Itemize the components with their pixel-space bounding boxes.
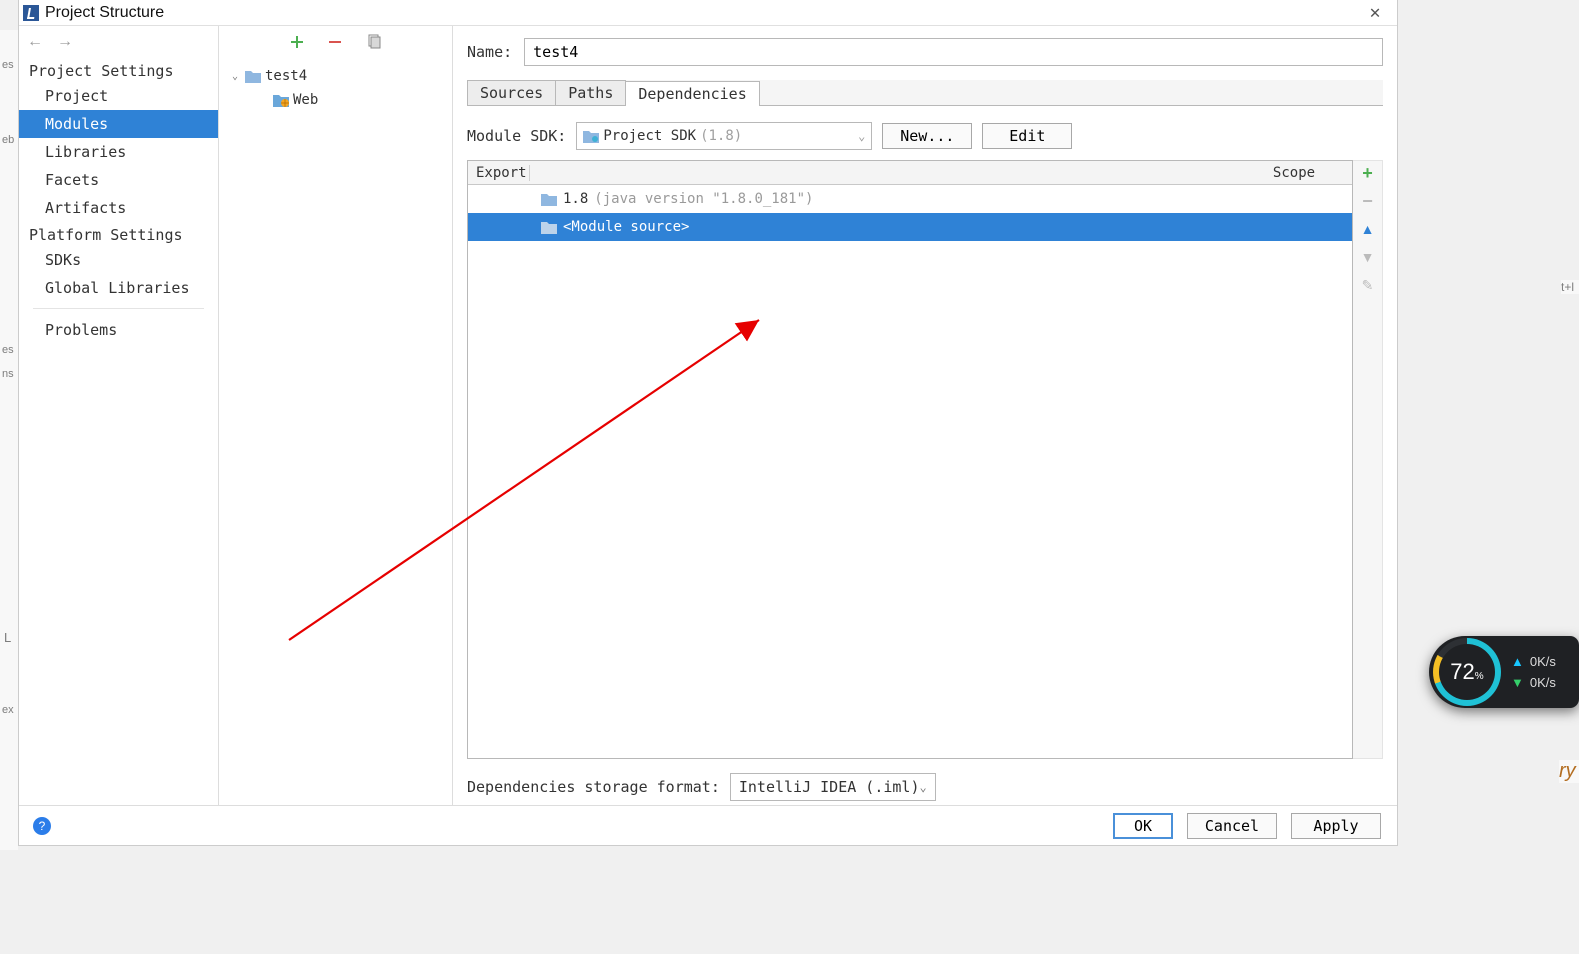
dependencies-rows[interactable]: 1.8 (java version "1.8.0_181") <Module s… xyxy=(468,185,1352,758)
sidebar-item-global-libraries[interactable]: Global Libraries xyxy=(19,274,218,302)
sidebar-item-modules[interactable]: Modules xyxy=(19,110,218,138)
sidebar-item-facets[interactable]: Facets xyxy=(19,166,218,194)
module-sdk-label: Module SDK: xyxy=(467,127,566,145)
tab-dependencies[interactable]: Dependencies xyxy=(625,81,759,106)
help-icon[interactable]: ? xyxy=(33,817,51,835)
edit-sdk-button[interactable]: Edit xyxy=(982,123,1072,149)
dep-row-module-source[interactable]: <Module source> xyxy=(468,213,1352,241)
bg-frag-right1: t+l xyxy=(1561,280,1579,294)
move-down-icon[interactable]: ▼ xyxy=(1360,249,1376,265)
name-label: Name: xyxy=(467,43,512,61)
chevron-down-icon: ⌄ xyxy=(858,129,865,143)
sidebar-group-project: Project Settings xyxy=(19,58,218,82)
speed-percent: 72 xyxy=(1450,659,1474,685)
sidebar-group-platform: Platform Settings xyxy=(19,222,218,246)
download-speed: 0K/s xyxy=(1530,675,1556,690)
web-module-icon xyxy=(273,93,289,107)
module-tabs: Sources Paths Dependencies xyxy=(467,80,1383,106)
sidebar-item-problems[interactable]: Problems xyxy=(19,315,218,344)
storage-value: IntelliJ IDEA (.iml) xyxy=(739,778,920,796)
dep-row-sdk-main: 1.8 xyxy=(563,191,588,207)
network-speed-widget[interactable]: 72% ▲ 0K/s ▼ 0K/s xyxy=(1429,636,1579,708)
bg-frag-right2: ry xyxy=(1559,760,1579,783)
sdk-row-icon xyxy=(541,192,557,206)
sidebar-nav-toolbar: ← → xyxy=(19,26,218,58)
nav-back-icon[interactable]: ← xyxy=(27,33,43,51)
remove-dep-icon[interactable]: − xyxy=(1360,193,1376,209)
move-up-icon[interactable]: ▲ xyxy=(1360,221,1376,237)
settings-sidebar: ← → Project Settings Project Modules Lib… xyxy=(19,26,219,805)
close-icon[interactable]: ✕ xyxy=(1353,2,1397,23)
tree-child-label: Web xyxy=(293,92,318,108)
module-name-input[interactable] xyxy=(524,38,1383,66)
dialog-footer: ? OK Cancel Apply xyxy=(19,805,1397,845)
sdk-icon xyxy=(583,129,599,143)
modules-tree[interactable]: ⌄ test4 Web xyxy=(219,58,452,805)
cancel-button[interactable]: Cancel xyxy=(1187,813,1277,839)
module-icon xyxy=(245,69,261,83)
sdk-version: (1.8) xyxy=(700,128,742,144)
tab-sources[interactable]: Sources xyxy=(467,80,556,105)
dependencies-header: Export Scope xyxy=(468,161,1352,185)
header-export[interactable]: Export xyxy=(468,165,530,181)
tree-module-root[interactable]: ⌄ test4 xyxy=(219,64,452,88)
dependencies-side-actions: + − ▲ ▼ ✎ xyxy=(1353,160,1383,759)
folder-row-icon xyxy=(541,220,557,234)
chevron-down-icon: ⌄ xyxy=(920,780,927,794)
up-arrow-icon: ▲ xyxy=(1511,654,1524,669)
dependencies-table: Export Scope 1.8 (java version "1.8.0_18… xyxy=(467,160,1353,759)
storage-format-select[interactable]: IntelliJ IDEA (.iml) ⌄ xyxy=(730,773,936,801)
modules-tree-column: ⌄ test4 Web xyxy=(219,26,453,805)
dep-row-sdk-extra: (java version "1.8.0_181") xyxy=(594,191,813,207)
apply-button[interactable]: Apply xyxy=(1291,813,1381,839)
copy-module-icon[interactable] xyxy=(366,34,382,50)
nav-forward-icon[interactable]: → xyxy=(57,33,73,51)
modules-tree-toolbar xyxy=(219,26,452,58)
project-structure-dialog: Project Structure ✕ ← → Project Settings… xyxy=(18,0,1398,846)
down-arrow-icon: ▼ xyxy=(1511,675,1524,690)
speed-ring: 72% xyxy=(1433,638,1501,706)
upload-speed: 0K/s xyxy=(1530,654,1556,669)
storage-label: Dependencies storage format: xyxy=(467,778,720,796)
header-scope[interactable]: Scope xyxy=(1236,165,1352,181)
dep-row-sdk[interactable]: 1.8 (java version "1.8.0_181") xyxy=(468,185,1352,213)
sdk-value: Project SDK xyxy=(603,128,696,144)
sidebar-item-libraries[interactable]: Libraries xyxy=(19,138,218,166)
module-editor-panel: Name: Sources Paths Dependencies Module … xyxy=(453,26,1397,805)
background-editor-strip: es eb es ns L ex xyxy=(0,30,18,850)
new-sdk-button[interactable]: New... xyxy=(882,123,972,149)
tab-paths[interactable]: Paths xyxy=(555,80,626,105)
sidebar-item-artifacts[interactable]: Artifacts xyxy=(19,194,218,222)
remove-module-icon[interactable] xyxy=(328,35,342,49)
sidebar-item-sdks[interactable]: SDKs xyxy=(19,246,218,274)
add-dep-icon[interactable]: + xyxy=(1360,165,1376,181)
speed-unit: % xyxy=(1475,671,1484,682)
caret-down-icon[interactable]: ⌄ xyxy=(229,71,241,82)
sidebar-separator xyxy=(33,308,204,309)
ok-button[interactable]: OK xyxy=(1113,813,1173,839)
sidebar-item-project[interactable]: Project xyxy=(19,82,218,110)
app-icon xyxy=(23,5,39,21)
add-module-icon[interactable] xyxy=(290,35,304,49)
module-sdk-select[interactable]: Project SDK (1.8) ⌄ xyxy=(576,122,872,150)
tree-module-web[interactable]: Web xyxy=(219,88,452,112)
edit-dep-icon[interactable]: ✎ xyxy=(1360,277,1376,293)
tree-root-label: test4 xyxy=(265,68,307,84)
dep-row-module-main: <Module source> xyxy=(563,219,689,235)
window-title: Project Structure xyxy=(45,4,164,22)
titlebar: Project Structure ✕ xyxy=(19,0,1397,26)
